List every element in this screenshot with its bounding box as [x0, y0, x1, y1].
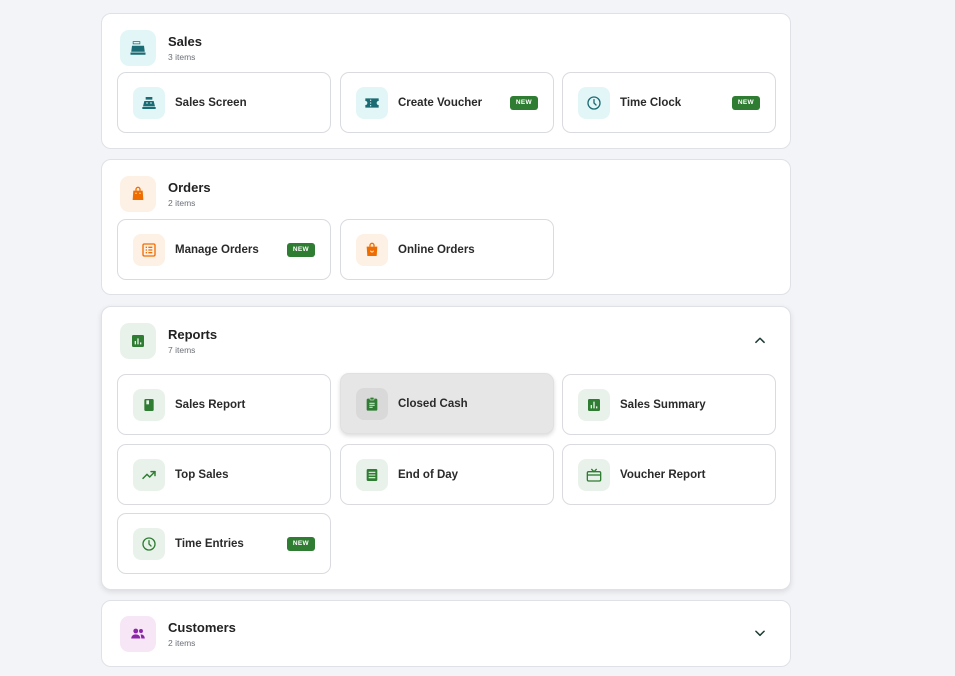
- tile-time-clock[interactable]: Time Clock NEW: [562, 72, 776, 133]
- tile-sales-summary[interactable]: Sales Summary: [562, 374, 776, 435]
- tile-sales-screen[interactable]: Sales Screen: [117, 72, 331, 133]
- reports-section-count: 7 items: [168, 344, 196, 355]
- bar-chart-icon: [578, 388, 610, 421]
- tile-manage-orders[interactable]: Manage Orders NEW: [117, 219, 331, 280]
- sales-section-count: 3 items: [168, 51, 196, 62]
- orders-section-header[interactable]: Orders 2 items: [120, 176, 211, 212]
- new-badge: NEW: [286, 536, 315, 551]
- reports-section: Reports 7 items Sales Report Closed Cash…: [101, 306, 791, 590]
- tile-label: Sales Screen: [175, 96, 247, 109]
- tile-time-entries[interactable]: Time Entries NEW: [117, 513, 331, 574]
- shopping-bag-icon: [120, 176, 156, 212]
- ticket-icon: [356, 86, 388, 119]
- tile-label: Manage Orders: [175, 243, 259, 256]
- tile-label: Sales Summary: [620, 398, 706, 411]
- tile-label: Top Sales: [175, 468, 229, 481]
- reports-section-title: Reports: [168, 326, 218, 342]
- chevron-up-icon: [755, 337, 765, 344]
- tile-label: Closed Cash: [398, 397, 468, 410]
- tile-label: Create Voucher: [398, 96, 483, 109]
- bar-chart-icon: [120, 323, 156, 359]
- chevron-down-icon: [755, 630, 765, 637]
- people-icon: [120, 616, 156, 652]
- tile-label: Time Entries: [175, 537, 244, 550]
- tile-end-of-day[interactable]: End of Day: [340, 444, 554, 505]
- trending-up-icon: [133, 458, 165, 491]
- tile-online-orders[interactable]: Online Orders: [340, 219, 554, 280]
- new-badge: NEW: [509, 95, 538, 110]
- customers-section-header[interactable]: Customers 2 items: [120, 616, 236, 652]
- cash-register-icon: [133, 86, 165, 119]
- tile-label: End of Day: [398, 468, 459, 481]
- new-badge: NEW: [731, 95, 760, 110]
- expand-button[interactable]: [750, 623, 770, 643]
- tile-top-sales[interactable]: Top Sales: [117, 444, 331, 505]
- shopping-bag-icon: [356, 233, 388, 266]
- clock-icon: [133, 527, 165, 560]
- reports-section-header[interactable]: Reports 7 items: [120, 323, 217, 359]
- collapse-button[interactable]: [750, 330, 770, 350]
- tile-label: Online Orders: [398, 243, 475, 256]
- tile-voucher-report[interactable]: Voucher Report: [562, 444, 776, 505]
- book-icon: [133, 388, 165, 421]
- sales-section-title: Sales: [168, 33, 202, 49]
- customers-section-title: Customers: [168, 619, 236, 635]
- orders-section-count: 2 items: [168, 197, 196, 208]
- orders-section: Orders 2 items Manage Orders NEW Online …: [101, 159, 791, 295]
- clock-icon: [578, 86, 610, 119]
- tile-label: Sales Report: [175, 398, 246, 411]
- gift-card-icon: [578, 458, 610, 491]
- tile-label: Voucher Report: [620, 468, 706, 481]
- orders-section-title: Orders: [168, 179, 211, 195]
- order-list-icon: [133, 233, 165, 266]
- new-badge: NEW: [286, 242, 315, 257]
- tile-create-voucher[interactable]: Create Voucher NEW: [340, 72, 554, 133]
- tile-sales-report[interactable]: Sales Report: [117, 374, 331, 435]
- cash-register-icon: [120, 30, 156, 66]
- tile-label: Time Clock: [620, 96, 682, 109]
- sales-section: Sales 3 items Sales Screen Create Vouche…: [101, 13, 791, 149]
- tile-closed-cash[interactable]: Closed Cash: [340, 373, 554, 434]
- customers-section: Customers 2 items: [101, 600, 791, 667]
- clipboard-icon: [356, 387, 388, 420]
- document-list-icon: [356, 458, 388, 491]
- customers-section-count: 2 items: [168, 637, 196, 648]
- sales-section-header[interactable]: Sales 3 items: [120, 30, 202, 66]
